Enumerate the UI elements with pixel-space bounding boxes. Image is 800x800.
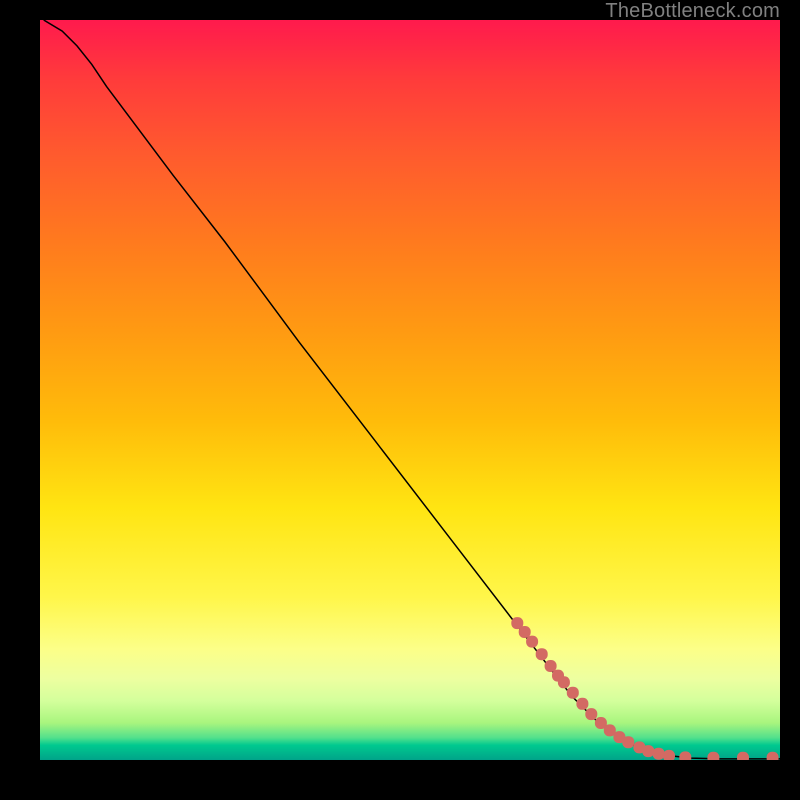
scatter-dot <box>679 751 691 760</box>
scatter-dot <box>737 752 749 760</box>
scatter-dot <box>558 676 570 688</box>
scatter-dot <box>576 698 588 710</box>
scatter-dot <box>545 660 557 672</box>
bottleneck-curve <box>44 20 780 759</box>
chart-frame: TheBottleneck.com <box>40 20 780 780</box>
chart-overlay <box>40 20 780 760</box>
scatter-dot <box>663 750 675 760</box>
scatter-dot <box>642 745 654 757</box>
scatter-dot <box>707 752 719 760</box>
scatter-dot <box>622 736 634 748</box>
scatter-dot <box>653 748 665 760</box>
scatter-dot <box>767 752 779 760</box>
scatter-dot <box>536 648 548 660</box>
scatter-dot <box>567 687 579 699</box>
scatter-dot <box>519 626 531 638</box>
scatter-dot <box>585 708 597 720</box>
scatter-dot <box>526 636 538 648</box>
scatter-group <box>511 617 778 760</box>
